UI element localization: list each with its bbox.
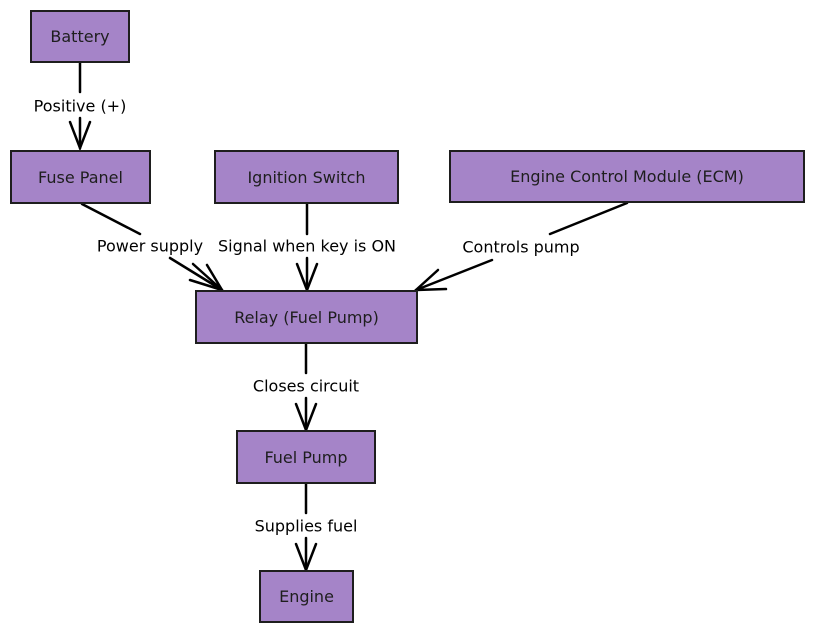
edge-ecm-relay	[548, 201, 629, 236]
label-relay-pump: Closes circuit	[252, 376, 360, 396]
label-battery-fuse: Positive (+)	[33, 96, 127, 116]
node-fuel-pump[interactable]: Fuel Pump	[236, 430, 376, 484]
edge-fuse-relay-lower	[168, 256, 224, 292]
label-fuse-relay: Power supply	[96, 236, 204, 256]
node-battery[interactable]: Battery	[30, 10, 130, 63]
node-engine[interactable]: Engine	[259, 570, 354, 623]
node-fuse-panel[interactable]: Fuse Panel	[10, 150, 151, 204]
label-ignition-relay: Signal when key is ON	[217, 236, 397, 256]
node-ignition-switch[interactable]: Ignition Switch	[214, 150, 399, 204]
node-relay[interactable]: Relay (Fuel Pump)	[195, 290, 418, 344]
node-ecm[interactable]: Engine Control Module (ECM)	[449, 150, 805, 203]
edge-ecm-relay-lower	[414, 258, 494, 292]
edge-fuse-relay	[80, 202, 142, 236]
label-pump-engine: Supplies fuel	[254, 516, 358, 536]
fuel-pump-circuit-diagram: Battery Fuse Panel Ignition Switch Engin…	[0, 0, 814, 633]
label-ecm-relay: Controls pump	[462, 237, 580, 257]
